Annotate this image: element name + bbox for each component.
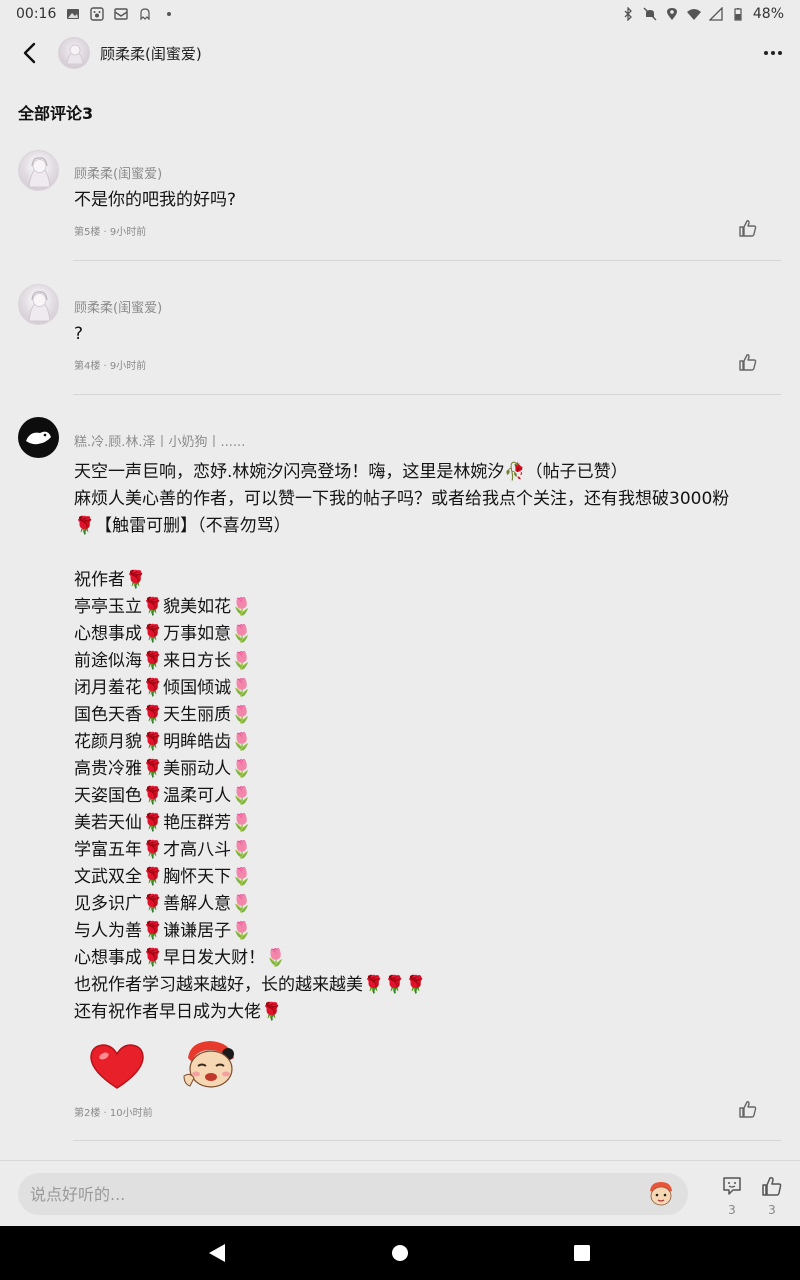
comment-bubble-icon <box>723 1177 741 1195</box>
location-icon <box>665 7 679 21</box>
comment-line: 天空一声巨响，恋妤.林婉汐闪亮登场！嗨，这里是林婉汐🥀（帖子已赞） <box>74 462 628 482</box>
comment-line: 国色天香🌹天生丽质🌷 <box>74 705 253 725</box>
signal-icon <box>708 7 723 21</box>
comment-line: 见多识广🌹善解人意🌷 <box>74 894 253 914</box>
comment-line: 祝作者🌹 <box>74 570 147 590</box>
comment-meta: 第2楼 · 10小时前 <box>74 1108 153 1119</box>
comment-time: 9小时前 <box>109 361 147 372</box>
comment-line: 天姿国色🌹温柔可人🌷 <box>74 786 253 806</box>
thumbs-up-icon <box>762 1177 782 1196</box>
comment-text: 不是你的吧我的好吗? <box>74 187 774 214</box>
comment-time: 10小时前 <box>109 1108 153 1119</box>
comment-line: 还有祝作者早日成为大佬🌹 <box>74 1002 283 1022</box>
like-count: 3 <box>768 1203 776 1217</box>
avatar[interactable] <box>18 417 59 458</box>
comment-author[interactable]: 糕.冷.顾.林.泽丨小奶狗丨...... <box>74 431 245 450</box>
emoji-button[interactable] <box>646 1179 676 1209</box>
header-title: 顾柔柔(闺蜜爱) <box>100 44 202 63</box>
image-icon <box>66 7 80 21</box>
bluetooth-icon <box>621 7 635 21</box>
comments-action[interactable]: 3 <box>720 1175 744 1217</box>
all-comments-title: 全部评论3 <box>18 104 94 123</box>
comment-line: 花颜月貌🌹明眸皓齿🌷 <box>74 732 253 752</box>
comment-author[interactable]: 顾柔柔(闺蜜爱) <box>74 297 162 316</box>
comment-line: 学富五年🌹才高八斗🌷 <box>74 840 253 860</box>
avatar[interactable] <box>18 150 59 191</box>
nav-back-button[interactable] <box>208 1243 226 1267</box>
comment-line: 不是你的吧我的好吗? <box>74 190 237 210</box>
more-dot <box>764 51 768 55</box>
square-recents-icon <box>574 1245 590 1261</box>
comment-line: 麻烦人美心善的作者，可以赞一下我的帖子吗？或者给我点个关注，还有我想破3000粉 <box>74 489 730 509</box>
like-button[interactable] <box>738 218 758 238</box>
emoji-face-icon <box>650 1182 672 1206</box>
system-nav-bar <box>0 1226 800 1280</box>
triangle-back-icon <box>209 1244 225 1262</box>
comment-count: 3 <box>728 1203 736 1217</box>
comment-line: 亭亭玉立🌹貌美如花🌷 <box>74 597 253 617</box>
comment-line: 与人为善🌹谦谦居子🌷 <box>74 921 253 941</box>
comment-input-box <box>18 1173 688 1215</box>
comment-line: 心想事成🌹万事如意🌷 <box>74 624 253 644</box>
battery-percent: 48% <box>752 6 784 22</box>
nav-recents-button[interactable] <box>573 1244 591 1266</box>
mail-icon <box>114 7 129 21</box>
comment-input[interactable] <box>30 1184 646 1204</box>
comment-line: 文武双全🌹胸怀天下🌷 <box>74 867 253 887</box>
comment-input-bar: 3 3 <box>0 1160 800 1226</box>
dot-icon <box>162 7 176 21</box>
wifi-icon <box>686 7 701 21</box>
header-avatar[interactable] <box>58 37 90 69</box>
comment-line <box>74 540 774 567</box>
divider <box>73 394 781 395</box>
comment-line: 心想事成🌹早日发大财！🌷 <box>74 948 287 968</box>
like-button[interactable] <box>738 1099 758 1119</box>
comment-line: 闭月羞花🌹倾国倾诚🌷 <box>74 678 253 698</box>
likes-action[interactable]: 3 <box>760 1175 784 1217</box>
status-bar: 00:16 48% <box>0 0 800 28</box>
circle-home-icon <box>392 1245 408 1261</box>
thumbs-up-icon <box>739 220 757 237</box>
comment-text: ? <box>74 321 774 348</box>
more-dot <box>771 51 775 55</box>
divider <box>73 1140 781 1141</box>
more-options-button[interactable] <box>764 51 782 55</box>
battery-icon <box>731 7 745 21</box>
heart-sticker <box>86 1038 148 1094</box>
comment-line: 也祝作者学习越来越好，长的越来越美🌹🌹🌹 <box>74 975 427 995</box>
thumbs-up-icon <box>739 354 757 371</box>
comment-floor: 第2楼 <box>74 1108 101 1119</box>
comment-line: 高贵冷雅🌹美丽动人🌷 <box>74 759 253 779</box>
thumbs-up-icon <box>739 1101 757 1118</box>
nav-home-button[interactable] <box>391 1244 409 1266</box>
status-time: 00:16 <box>16 6 57 22</box>
comment-line: 🌹【触雷可删】（不喜勿骂） <box>74 516 291 536</box>
back-button[interactable] <box>16 39 44 67</box>
comment-floor: 第5楼 <box>74 227 101 238</box>
ghost-icon <box>138 7 152 21</box>
avatar[interactable] <box>18 284 59 325</box>
comment-author[interactable]: 顾柔柔(闺蜜爱) <box>74 163 162 182</box>
bell-off-icon <box>643 7 657 21</box>
comment-meta: 第5楼 · 9小时前 <box>74 227 147 238</box>
chevron-left-icon <box>23 42 36 64</box>
comment-line: 前途似海🌹来日方长🌷 <box>74 651 253 671</box>
like-button[interactable] <box>738 352 758 372</box>
more-dot <box>778 51 782 55</box>
comment-floor: 第4楼 <box>74 361 101 372</box>
comment-text: 天空一声巨响，恋妤.林婉汐闪亮登场！嗨，这里是林婉汐🥀（帖子已赞） 麻烦人美心善… <box>74 459 774 1026</box>
comment-line: 美若天仙🌹艳压群芳🌷 <box>74 813 253 833</box>
comment-time: 9小时前 <box>109 227 147 238</box>
comment-line: ? <box>74 324 84 344</box>
app-header: 顾柔柔(闺蜜爱) <box>0 28 800 78</box>
paw-icon <box>90 7 105 21</box>
cartoon-boy-sticker <box>178 1036 240 1092</box>
comment-meta: 第4楼 · 9小时前 <box>74 361 147 372</box>
divider <box>73 260 781 261</box>
